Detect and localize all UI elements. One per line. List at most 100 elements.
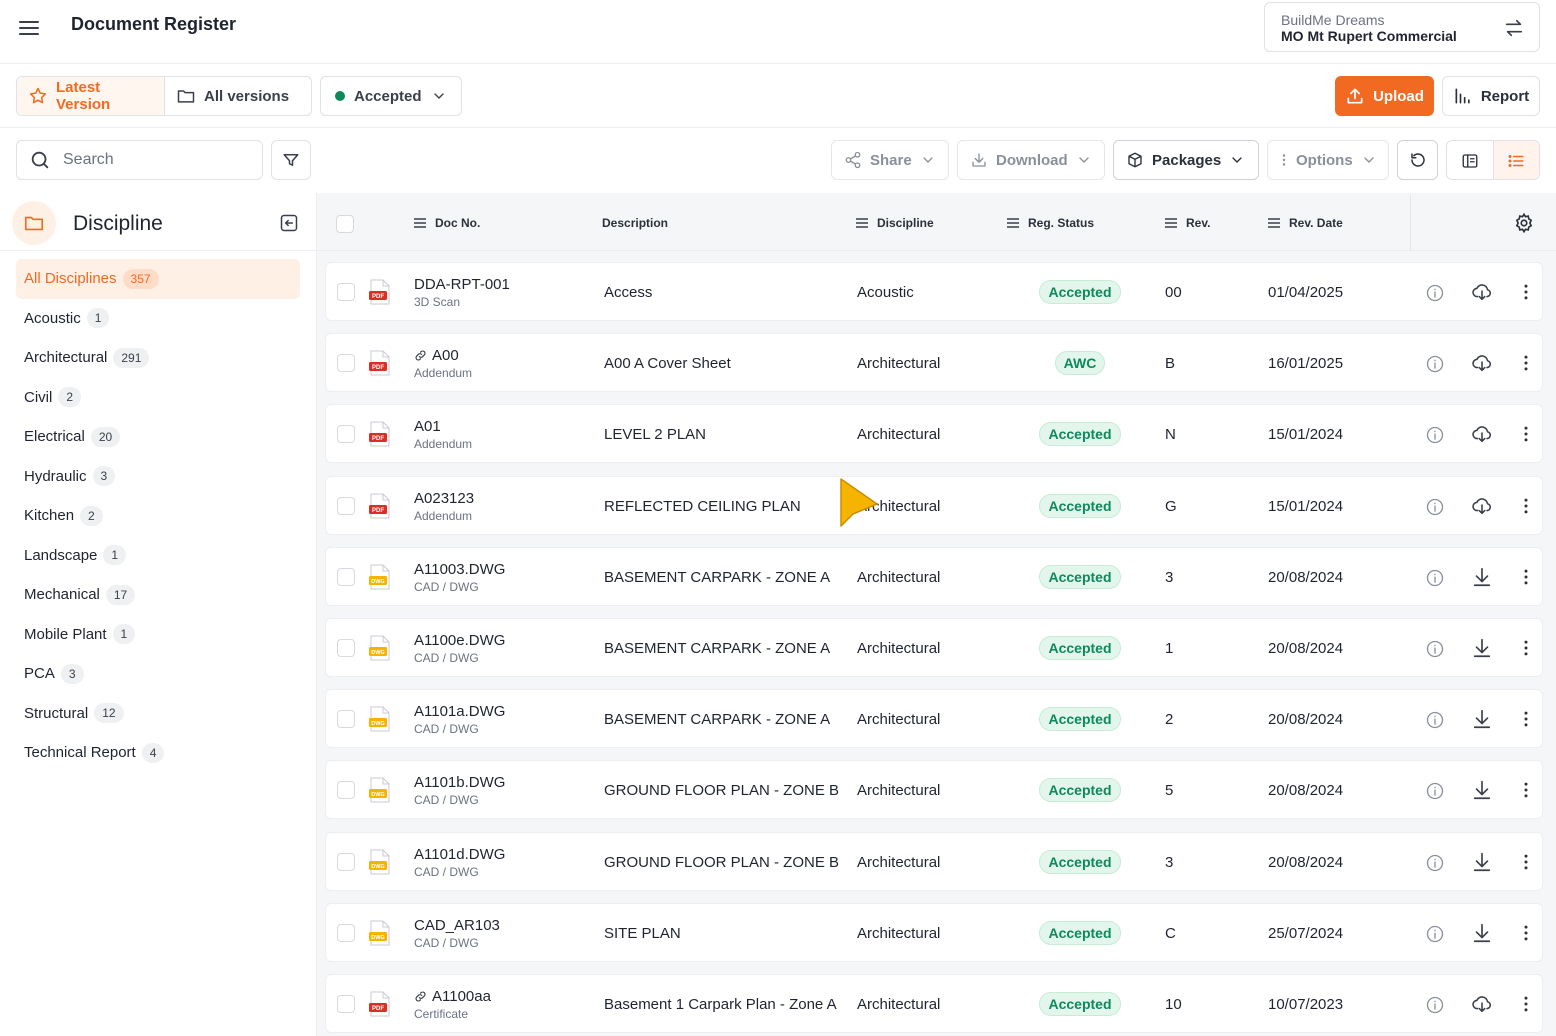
status-filter-dropdown[interactable]: Accepted: [320, 76, 462, 116]
info-icon[interactable]: [1425, 710, 1445, 730]
more-options-icon[interactable]: [1516, 994, 1536, 1014]
doc-number[interactable]: A1100aa: [414, 988, 491, 1005]
info-icon[interactable]: [1425, 497, 1445, 517]
sidebar-item[interactable]: PCA 3: [16, 654, 300, 694]
more-options-icon[interactable]: [1516, 638, 1536, 658]
row-checkbox[interactable]: [337, 567, 355, 586]
filter-button[interactable]: [271, 140, 311, 180]
sidebar-item[interactable]: Acoustic 1: [16, 299, 300, 339]
download-button[interactable]: Download: [957, 140, 1105, 180]
sidebar-item[interactable]: Electrical 20: [16, 417, 300, 457]
doc-number[interactable]: A01: [414, 418, 441, 435]
column-rev[interactable]: Rev.: [1164, 216, 1210, 230]
row-checkbox[interactable]: [337, 781, 355, 800]
more-options-icon[interactable]: [1516, 709, 1536, 729]
share-button[interactable]: Share: [831, 140, 949, 180]
column-description[interactable]: Description: [602, 216, 668, 230]
info-icon[interactable]: [1425, 568, 1445, 588]
select-all-checkbox[interactable]: [336, 215, 354, 233]
info-icon[interactable]: [1425, 283, 1445, 303]
gear-icon[interactable]: [1513, 212, 1535, 234]
column-discipline[interactable]: Discipline: [855, 216, 934, 230]
table-row[interactable]: DWG A11003.DWG CAD / DWG BASEMENT CARPARK -…: [325, 546, 1543, 606]
more-options-icon[interactable]: [1516, 852, 1536, 872]
table-row[interactable]: PDF A00 Addendum A00 A Cover Sheet Architect…: [325, 333, 1543, 393]
info-icon[interactable]: [1425, 995, 1445, 1015]
cloud-download-icon[interactable]: [1471, 352, 1493, 374]
cloud-download-icon[interactable]: [1471, 993, 1493, 1015]
sidebar-item[interactable]: Mobile Plant 1: [16, 615, 300, 655]
latest-version-button[interactable]: Latest Version: [17, 77, 165, 115]
download-icon[interactable]: [1471, 708, 1493, 730]
sidebar-item[interactable]: Kitchen 2: [16, 496, 300, 536]
sidebar-item[interactable]: Landscape 1: [16, 536, 300, 576]
row-checkbox[interactable]: [337, 639, 355, 657]
swap-icon[interactable]: [1503, 17, 1525, 39]
sidebar-item[interactable]: Technical Report 4: [16, 733, 300, 773]
sidebar-item[interactable]: All Disciplines 357: [16, 259, 300, 299]
project-selector[interactable]: BuildMe Dreams MO Mt Rupert Commercial: [1264, 2, 1540, 52]
doc-number[interactable]: A1101d.DWG: [414, 846, 505, 863]
row-checkbox[interactable]: [337, 852, 355, 871]
download-icon[interactable]: [1471, 779, 1493, 801]
more-options-icon[interactable]: [1516, 282, 1536, 302]
doc-number[interactable]: A1101b.DWG: [414, 774, 505, 791]
column-doc-no[interactable]: Doc No.: [413, 216, 480, 230]
column-rev-date[interactable]: Rev. Date: [1267, 216, 1343, 230]
cloud-download-icon[interactable]: [1471, 495, 1493, 517]
sidebar-item[interactable]: Structural 12: [16, 694, 300, 734]
row-checkbox[interactable]: [337, 710, 355, 729]
sidebar-item[interactable]: Architectural 291: [16, 338, 300, 378]
download-icon[interactable]: [1471, 637, 1493, 659]
sidebar-item[interactable]: Mechanical 17: [16, 575, 300, 615]
more-options-icon[interactable]: [1516, 567, 1536, 587]
table-row[interactable]: PDF A1100aa Certificate Basement 1 Carpark …: [325, 974, 1543, 1033]
info-icon[interactable]: [1425, 853, 1445, 873]
options-button[interactable]: Options: [1267, 140, 1389, 180]
info-icon[interactable]: [1425, 354, 1445, 374]
list-view-button[interactable]: [1492, 141, 1539, 179]
table-row[interactable]: DWG A1100e.DWG CAD / DWG BASEMENT CARPARK -…: [325, 618, 1543, 677]
cloud-download-icon[interactable]: [1471, 281, 1493, 303]
upload-button[interactable]: Upload: [1335, 76, 1434, 116]
row-checkbox[interactable]: [337, 425, 355, 444]
more-options-icon[interactable]: [1516, 353, 1536, 373]
download-icon[interactable]: [1471, 922, 1493, 944]
table-row[interactable]: PDF A023123 Addendum REFLECTED CEILING PLAN…: [325, 475, 1543, 535]
doc-number[interactable]: A00: [414, 347, 459, 364]
more-options-icon[interactable]: [1516, 424, 1536, 444]
search-input[interactable]: [63, 151, 233, 169]
doc-number[interactable]: A1100e.DWG: [414, 632, 505, 649]
doc-number[interactable]: A1101a.DWG: [414, 703, 505, 720]
report-button[interactable]: Report: [1442, 76, 1540, 116]
download-icon[interactable]: [1471, 566, 1493, 588]
doc-number[interactable]: CAD_AR103: [414, 917, 500, 934]
refresh-button[interactable]: [1397, 140, 1438, 180]
row-checkbox[interactable]: [337, 496, 355, 515]
more-options-icon[interactable]: [1516, 496, 1536, 516]
table-row[interactable]: DWG A1101a.DWG CAD / DWG BASEMENT CARPARK -…: [325, 689, 1543, 749]
all-versions-button[interactable]: All versions: [165, 77, 300, 115]
table-row[interactable]: DWG A1101d.DWG CAD / DWG GROUND FLOOR PLAN …: [325, 831, 1543, 891]
row-checkbox[interactable]: [337, 923, 355, 942]
row-checkbox[interactable]: [337, 995, 355, 1013]
sidebar-item[interactable]: Civil 2: [16, 378, 300, 418]
doc-number[interactable]: A11003.DWG: [414, 561, 505, 578]
sidebar-item[interactable]: Hydraulic 3: [16, 457, 300, 497]
doc-number[interactable]: A023123: [414, 490, 474, 507]
doc-number[interactable]: DDA-RPT-001: [414, 276, 510, 293]
row-checkbox[interactable]: [337, 354, 355, 373]
table-row[interactable]: PDF DDA-RPT-001 3D Scan Access Acoustic Accep…: [325, 262, 1543, 321]
info-icon[interactable]: [1425, 924, 1445, 944]
table-row[interactable]: DWG A1101b.DWG CAD / DWG GROUND FLOOR PLAN …: [325, 760, 1543, 820]
collapse-sidebar-icon[interactable]: [279, 213, 299, 233]
row-checkbox[interactable]: [337, 283, 355, 301]
info-icon[interactable]: [1425, 425, 1445, 445]
packages-button[interactable]: Packages: [1113, 140, 1259, 180]
table-row[interactable]: DWG CAD_AR103 CAD / DWG SITE PLAN Architectu…: [325, 902, 1543, 962]
column-reg-status[interactable]: Reg. Status: [1006, 216, 1094, 230]
panel-view-button[interactable]: [1447, 141, 1493, 179]
info-icon[interactable]: [1425, 781, 1445, 801]
info-icon[interactable]: [1425, 639, 1445, 659]
more-options-icon[interactable]: [1516, 780, 1536, 800]
